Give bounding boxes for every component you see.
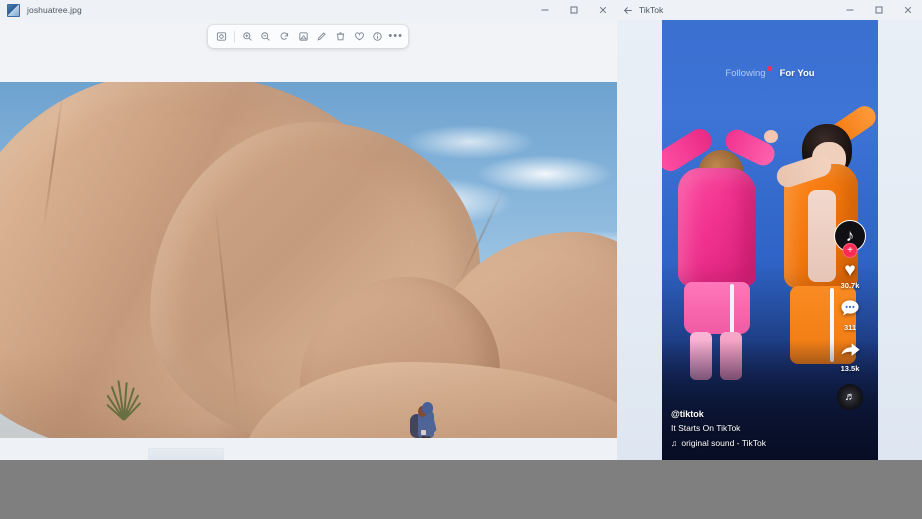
close-button[interactable]	[588, 0, 617, 20]
photos-window-controls	[530, 0, 617, 20]
photos-window-title: joshuatree.jpg	[27, 5, 82, 15]
tiktok-action-rail: ♪ + ♥ 30.7k 311 13.5k ♬	[828, 220, 872, 419]
avatar[interactable]: ♪ +	[834, 220, 866, 258]
tiktok-logo-icon: ♪	[845, 226, 855, 245]
tab-following[interactable]: Following	[725, 66, 772, 79]
photos-filmstrip[interactable]	[148, 448, 224, 460]
like-count: 30.7k	[840, 281, 860, 290]
profile-avatar-item[interactable]: ♪ +	[834, 220, 866, 258]
comment-bubble-icon	[840, 299, 860, 322]
delete-icon[interactable]	[332, 28, 349, 45]
music-note-icon: ♬	[844, 390, 856, 403]
tiktok-title-bar[interactable]: TikTok	[617, 0, 922, 20]
tiktok-window-controls	[835, 0, 922, 20]
tiktok-window: TikTok Following For You ♪ + ♥ 30.7k 311…	[617, 0, 922, 460]
caption-music-row[interactable]: ♫ original sound - TikTok	[671, 438, 821, 448]
photos-title-bar[interactable]: joshuatree.jpg	[0, 0, 617, 20]
image-file-icon	[7, 3, 20, 17]
desktop-bottom-strip	[0, 460, 922, 519]
zoom-in-icon[interactable]	[239, 28, 256, 45]
more-options-icon[interactable]: •••	[387, 28, 404, 45]
comment-button[interactable]: 311	[840, 299, 860, 332]
zoom-out-icon[interactable]	[257, 28, 274, 45]
tiktok-video-player[interactable]: Following For You ♪ + ♥ 30.7k 311 13.5k …	[662, 20, 878, 460]
heart-icon: ♥	[844, 260, 856, 281]
tiktok-feed-tabs: Following For You	[662, 66, 878, 79]
favorite-heart-icon[interactable]	[351, 28, 368, 45]
tiktok-caption: @tiktok It Starts On TikTok ♫ original s…	[671, 409, 821, 448]
minimize-button[interactable]	[835, 0, 864, 20]
close-button[interactable]	[893, 0, 922, 20]
dancer-shorts	[684, 282, 750, 334]
rotate-icon[interactable]	[276, 28, 293, 45]
maximize-button[interactable]	[559, 0, 588, 20]
tab-for-you[interactable]: For You	[780, 68, 815, 79]
share-arrow-icon	[840, 341, 861, 363]
new-content-dot	[766, 66, 772, 71]
photos-bottom-panel	[0, 438, 617, 460]
tab-for-you-label: For You	[779, 68, 815, 79]
desktop-screen: joshuatree.jpg ••• TikTok Following For …	[0, 0, 922, 519]
photos-toolbar: •••	[208, 25, 408, 48]
markup-pen-icon[interactable]	[314, 28, 331, 45]
music-disc-button[interactable]: ♬	[837, 382, 863, 410]
slideshow-icon[interactable]	[213, 28, 230, 45]
minimize-button[interactable]	[530, 0, 559, 20]
follow-plus-icon[interactable]: +	[842, 243, 858, 258]
photo-canvas[interactable]	[0, 82, 617, 438]
music-disc-icon: ♬	[837, 384, 863, 410]
crop-icon[interactable]	[295, 28, 312, 45]
ground-shadow	[0, 348, 617, 438]
share-button[interactable]: 13.5k	[840, 341, 861, 373]
maximize-button[interactable]	[864, 0, 893, 20]
share-count: 13.5k	[840, 364, 860, 373]
comment-count: 311	[843, 323, 857, 332]
caption-text: It Starts On TikTok	[671, 423, 741, 433]
tab-following-label: Following	[725, 68, 766, 79]
rock-crack	[42, 90, 64, 230]
music-note-icon: ♫	[671, 438, 678, 448]
photos-window: joshuatree.jpg •••	[0, 0, 617, 460]
caption-username[interactable]: @tiktok	[671, 409, 821, 419]
back-arrow-icon[interactable]	[617, 0, 639, 20]
toolbar-separator	[233, 30, 235, 43]
tiktok-window-title: TikTok	[639, 5, 664, 15]
info-icon[interactable]	[370, 28, 387, 45]
dancer-jacket	[678, 168, 756, 286]
dancer-stripe	[730, 284, 734, 334]
tiktok-body: Following For You ♪ + ♥ 30.7k 311 13.5k …	[617, 20, 922, 460]
like-button[interactable]: ♥ 30.7k	[841, 261, 860, 290]
caption-music-label: original sound - TikTok	[681, 438, 766, 448]
